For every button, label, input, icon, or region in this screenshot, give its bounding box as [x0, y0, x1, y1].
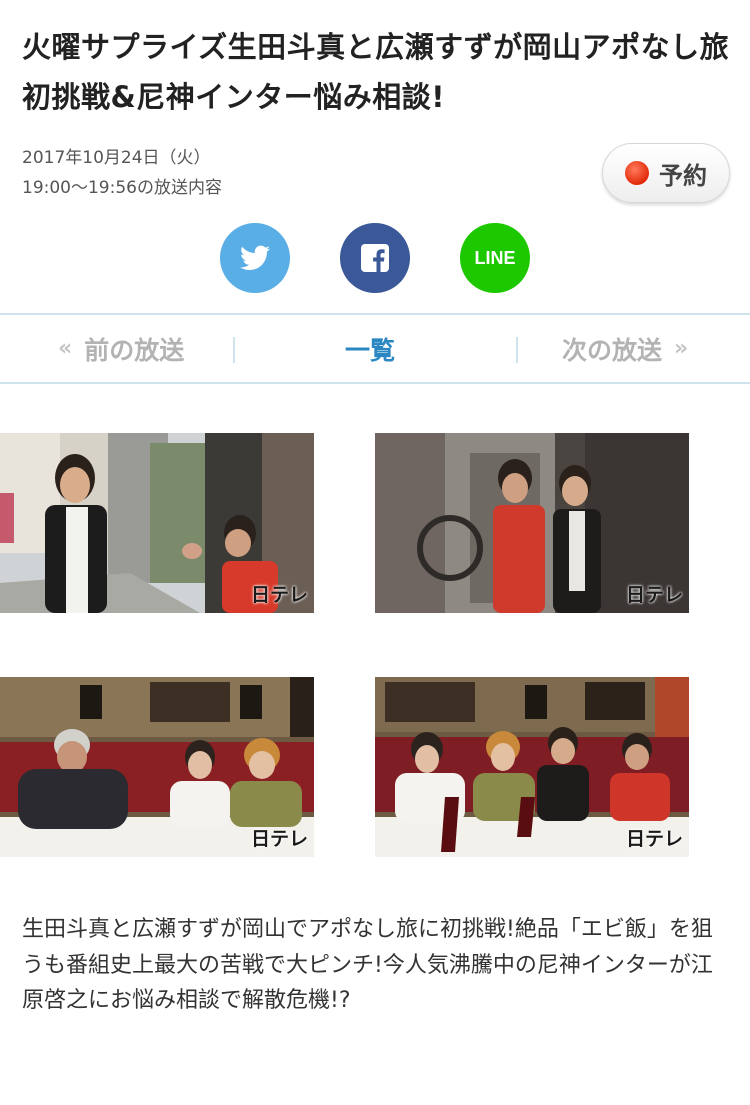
twitter-bird-icon	[240, 245, 270, 270]
network-watermark: 日テレ	[250, 584, 308, 606]
double-chevron-left-icon: «	[58, 336, 73, 361]
episode-thumbnail[interactable]: 日テレ	[375, 677, 689, 857]
air-time: 19:00〜19:56の放送内容	[22, 178, 222, 198]
twitter-share-button[interactable]	[220, 223, 290, 293]
double-chevron-right-icon: »	[674, 336, 689, 361]
nav-divider	[233, 337, 235, 363]
facebook-share-button[interactable]	[340, 223, 410, 293]
network-watermark: 日テレ	[625, 584, 683, 606]
network-watermark: 日テレ	[250, 828, 308, 850]
reserve-label: 予約	[659, 161, 707, 190]
facebook-icon	[361, 244, 389, 272]
episode-list-label: 一覧	[345, 335, 396, 365]
program-title: 火曜サプライズ生田斗真と広瀬すずが岡山アポなし旅初挑戦&尼神インター悩み相談!	[22, 30, 730, 114]
line-share-button[interactable]: LINE	[460, 223, 530, 293]
next-episode-label: 次の放送	[562, 335, 663, 365]
episode-thumbnail[interactable]: 日テレ	[375, 433, 689, 613]
next-episode-link[interactable]: 次の放送 »	[562, 315, 700, 382]
episode-thumbnail[interactable]: 日テレ	[0, 677, 314, 857]
nav-divider	[516, 337, 518, 363]
previous-episode-link[interactable]: « 前の放送	[46, 315, 184, 382]
episode-navigation: « 前の放送 一覧 次の放送 »	[0, 313, 750, 384]
line-label: LINE	[474, 247, 516, 268]
program-description: 生田斗真と広瀬すずが岡山でアポなし旅に初挑戦!絶品「エビ飯」を狙うも番組史上最大…	[22, 917, 713, 1013]
episode-thumbnail[interactable]: 日テレ	[0, 433, 314, 613]
previous-episode-label: 前の放送	[84, 335, 185, 365]
air-date: 2017年10月24日（火）	[22, 148, 211, 168]
record-dot-icon	[625, 161, 649, 185]
episode-list-link[interactable]: 一覧	[345, 315, 395, 382]
network-watermark: 日テレ	[625, 828, 683, 850]
reserve-button[interactable]: 予約	[602, 143, 730, 203]
broadcast-info: 2017年10月24日（火） 19:00〜19:56の放送内容	[22, 143, 222, 203]
share-buttons: LINE	[0, 223, 750, 293]
